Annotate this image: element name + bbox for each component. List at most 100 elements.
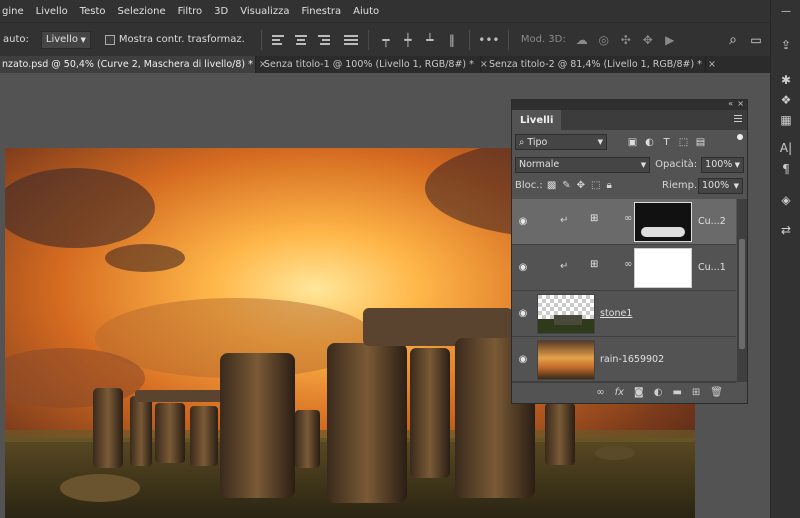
align-center-icon[interactable]	[294, 33, 308, 47]
filter-row: ⌕ Tipo ▼ ▣ ◐ T ⬚ ▤	[512, 130, 747, 154]
curves-adjustment-icon: ⊞	[590, 213, 599, 224]
menu-item-filter[interactable]: Filtro	[172, 6, 209, 17]
layer-name[interactable]: Cu...2	[698, 216, 726, 227]
scale-3d-icon[interactable]: ▶	[662, 32, 678, 48]
drag-3d-icon[interactable]: ✣	[618, 32, 634, 48]
layer-mask-thumbnail[interactable]	[634, 248, 692, 288]
workspace-icon[interactable]: ▭	[748, 32, 764, 48]
scroll-thumb[interactable]	[739, 239, 745, 349]
styles-icon[interactable]: ❖	[778, 92, 794, 108]
link-icon[interactable]: ∞	[624, 213, 632, 224]
align-top-icon[interactable]: ┯	[378, 32, 394, 48]
layer-mask-thumbnail[interactable]	[634, 202, 692, 242]
tab-document-1[interactable]: nzato.psd @ 50,4% (Curve 2, Maschera di …	[0, 56, 267, 73]
tab-document-3[interactable]: Senza titolo-2 @ 81,4% (Livello 1, RGB/8…	[481, 56, 716, 73]
panel-header-bar: « ×	[512, 99, 747, 110]
close-icon[interactable]: ×	[737, 99, 744, 108]
layer-name[interactable]: Cu...1	[698, 262, 726, 273]
chevron-down-icon: ▼	[80, 35, 86, 44]
paragraph-icon[interactable]: ¶	[778, 161, 794, 177]
collapse-icon[interactable]: «	[728, 99, 733, 108]
image-filter-icon[interactable]: ▣	[627, 137, 638, 148]
layer-thumbnail[interactable]	[537, 294, 595, 334]
layer-row-rain[interactable]: ◉ rain-1659902	[512, 337, 736, 383]
menu-item-3d[interactable]: 3D	[208, 6, 234, 17]
layers-scrollbar[interactable]	[737, 199, 747, 381]
align-bottom-icon[interactable]: ┷	[422, 32, 438, 48]
menu-item-image[interactable]: gine	[0, 6, 30, 17]
type-filter-icon[interactable]: T	[661, 137, 672, 148]
window-control-icon[interactable]: —	[771, 0, 800, 22]
new-group-icon[interactable]: ▬	[672, 387, 681, 398]
filter-toggle-icon[interactable]	[737, 134, 743, 140]
share-icon[interactable]: ⇪	[778, 37, 794, 53]
lock-pixels-icon[interactable]: ✎	[562, 180, 570, 191]
adjustment-filter-icon[interactable]: ◐	[644, 137, 655, 148]
align-distribute-icon[interactable]	[343, 33, 358, 47]
layer-name[interactable]: stone1	[600, 308, 632, 319]
paths-icon[interactable]: ⇄	[778, 222, 794, 238]
lock-row: Bloc.: ▩ ✎ ✥ ⬚ 🔒︎ Riemp.: 100% ▼	[512, 175, 747, 196]
align-right-icon[interactable]	[316, 33, 330, 47]
panel-tab-bar: Livelli	[512, 110, 747, 130]
lock-artboard-icon[interactable]: ⬚	[591, 180, 600, 191]
mode-3d-label: Mod. 3D:	[520, 34, 566, 45]
menu-item-select[interactable]: Selezione	[112, 6, 172, 17]
layers-panel: « × Livelli ⌕ Tipo ▼ ▣ ◐ T ⬚ ▤ Normale ▼…	[511, 99, 748, 404]
delete-layer-icon[interactable]: 🗑︎	[710, 387, 723, 398]
fill-field[interactable]: 100% ▼	[698, 177, 743, 194]
eye-icon[interactable]: ◉	[512, 354, 534, 365]
filter-kind-select[interactable]: ⌕ Tipo ▼	[515, 134, 607, 150]
menu-item-help[interactable]: Aiuto	[347, 6, 385, 17]
distribute-icon[interactable]: ‖	[444, 32, 460, 48]
transform-checkbox[interactable]	[104, 34, 115, 45]
layer-thumbnail[interactable]	[537, 340, 595, 380]
menu-item-view[interactable]: Visualizza	[234, 6, 295, 17]
more-options-icon[interactable]: •••	[478, 32, 499, 48]
chevron-down-icon: ▼	[734, 160, 740, 169]
lock-position-icon[interactable]: ✥	[577, 180, 585, 191]
menu-item-window[interactable]: Finestra	[295, 6, 347, 17]
shape-filter-icon[interactable]: ⬚	[678, 137, 689, 148]
layer-row-stone1[interactable]: ◉ stone1	[512, 291, 736, 337]
layer-row-curves-2[interactable]: ◉ ↵ ⊞ ∞ Cu...2	[512, 199, 736, 245]
close-icon[interactable]: ×	[708, 59, 716, 70]
filter-kind-value: Tipo	[527, 136, 548, 148]
eye-icon[interactable]: ◉	[512, 262, 534, 273]
slide-3d-icon[interactable]: ✥	[640, 32, 656, 48]
align-vcenter-icon[interactable]: ┿	[400, 32, 416, 48]
tab-document-2[interactable]: Senza titolo-1 @ 100% (Livello 1, RGB/8#…	[256, 56, 488, 73]
new-layer-icon[interactable]: ⊞	[692, 387, 700, 398]
align-left-icon[interactable]	[271, 33, 286, 47]
panel-menu-icon[interactable]	[734, 115, 742, 123]
fx-icon[interactable]: fx	[615, 387, 624, 398]
smart-object-filter-icon[interactable]: ▤	[695, 137, 706, 148]
menu-item-type[interactable]: Testo	[74, 6, 112, 17]
blend-row: Normale ▼ Opacità: 100% ▼	[512, 154, 747, 175]
eye-icon[interactable]: ◉	[512, 216, 534, 227]
adjustments-icon[interactable]: ✱	[778, 72, 794, 88]
link-icon[interactable]: ∞	[624, 259, 632, 270]
layer-name[interactable]: rain-1659902	[600, 354, 664, 365]
chevron-down-icon: ▼	[597, 138, 603, 146]
roll-3d-icon[interactable]: ◎	[596, 32, 612, 48]
lock-transparency-icon[interactable]: ▩	[547, 180, 556, 191]
layer-row-curves-1[interactable]: ◉ ↵ ⊞ ∞ Cu...1	[512, 245, 736, 291]
tab-layers[interactable]: Livelli	[512, 110, 562, 130]
orbit-3d-icon[interactable]: ☁	[574, 32, 590, 48]
lock-all-icon[interactable]: 🔒︎	[607, 180, 612, 191]
character-icon[interactable]: A|	[778, 140, 794, 156]
menu-item-layer[interactable]: Livello	[30, 6, 74, 17]
transform-controls-toggle[interactable]: Mostra contr. trasformaz.	[104, 34, 245, 45]
grid-icon[interactable]: ▦	[778, 112, 794, 128]
eye-icon[interactable]: ◉	[512, 308, 534, 319]
new-adjustment-icon[interactable]: ◐	[654, 387, 663, 398]
opacity-field[interactable]: 100% ▼	[701, 156, 744, 173]
auto-select-dropdown[interactable]: Livello ▼	[40, 30, 91, 49]
link-layers-icon[interactable]: ∞	[596, 387, 604, 398]
blend-mode-select[interactable]: Normale ▼	[515, 156, 651, 173]
layers-icon[interactable]: ◈	[778, 192, 794, 208]
add-mask-icon[interactable]: ◙	[634, 387, 644, 398]
search-icon[interactable]: ⌕	[725, 32, 741, 48]
clip-arrow-icon: ↵	[560, 215, 569, 226]
